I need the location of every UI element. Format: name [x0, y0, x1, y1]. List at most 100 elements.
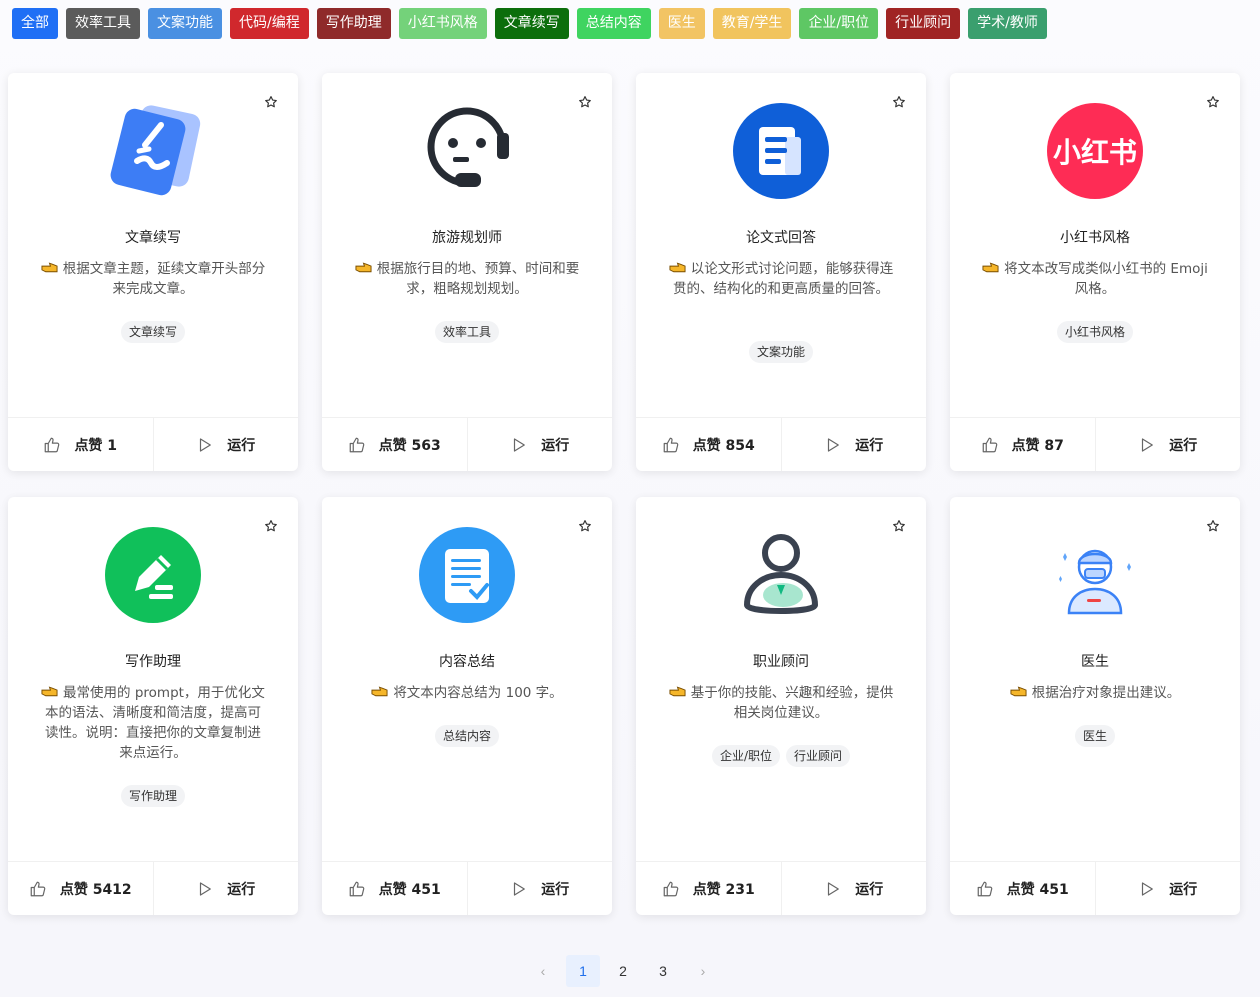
card-description: 将文本改写成类似小红书的 Emoji 风格。 [982, 259, 1208, 299]
thumbs-up-icon [349, 437, 365, 452]
like-button[interactable]: 点赞 1 [8, 418, 154, 471]
tag-code-programming[interactable]: 代码/编程 [230, 8, 309, 39]
next-page-button[interactable]: › [686, 955, 720, 987]
play-icon [200, 881, 212, 896]
pointing-hand-icon [41, 686, 58, 697]
like-count: 点赞 451 [378, 881, 441, 898]
tag-doctor[interactable]: 医生 [658, 8, 705, 39]
tag-enterprise-position[interactable]: 企业/职位 [799, 8, 879, 39]
run-button[interactable]: 运行 [1096, 418, 1241, 471]
star-icon[interactable] [1206, 95, 1220, 109]
card-tags: 企业/职位 行业顾问 [636, 745, 926, 767]
like-button[interactable]: 点赞 87 [950, 418, 1096, 471]
prompt-card[interactable]: 文章续写 根据文章主题，延续文章开头部分来完成文章。 文章续写 点赞 1 运行 [8, 73, 298, 471]
play-icon [514, 437, 526, 452]
like-button[interactable]: 点赞 5412 [8, 862, 154, 915]
card-description: 将文本内容总结为 100 字。 [354, 683, 580, 703]
play-icon [200, 437, 212, 452]
star-icon[interactable] [578, 95, 592, 109]
xiaohongshu-logo-icon: 小红书 [1047, 103, 1143, 199]
card-footer: 点赞 1 运行 [8, 417, 298, 471]
pointing-hand-icon [41, 262, 58, 273]
page-2-button[interactable]: 2 [606, 955, 640, 987]
card-tag-chip: 效率工具 [434, 321, 499, 343]
card-tag-chip: 文案功能 [748, 341, 813, 363]
tag-xiaohongshu-style[interactable]: 小红书风格 [398, 8, 487, 39]
run-button[interactable]: 运行 [154, 862, 299, 915]
person-icon [733, 527, 829, 623]
card-tag-chip: 医生 [1074, 725, 1115, 747]
pointing-hand-icon [1010, 686, 1027, 697]
like-button[interactable]: 点赞 563 [322, 418, 468, 471]
star-icon[interactable] [264, 95, 278, 109]
prompt-card[interactable]: 写作助理 最常使用的 prompt，用于优化文本的语法、清晰度和简洁度，提高可读… [8, 497, 298, 915]
run-button[interactable]: 运行 [468, 418, 613, 471]
card-tags: 文章续写 [8, 321, 298, 343]
prev-page-button[interactable]: ‹ [526, 955, 560, 987]
pointing-hand-icon [371, 686, 388, 697]
card-tags: 写作助理 [8, 785, 298, 807]
play-icon [1142, 437, 1154, 452]
card-title: 论文式回答 [746, 230, 816, 246]
headset-face-icon [419, 103, 515, 199]
tag-efficiency-tools[interactable]: 效率工具 [66, 8, 140, 39]
doctor-icon [1047, 527, 1143, 623]
run-button[interactable]: 运行 [782, 862, 927, 915]
run-button[interactable]: 运行 [782, 418, 927, 471]
document-icon [733, 103, 829, 199]
page-3-button[interactable]: 3 [646, 955, 680, 987]
run-label: 运行 [541, 881, 570, 898]
card-tag-chip: 文章续写 [120, 321, 185, 343]
card-tag-chip: 行业顾问 [786, 745, 851, 767]
star-icon[interactable] [578, 519, 592, 533]
prompt-card[interactable]: 医生 根据治疗对象提出建议。 医生 点赞 451 运行 [950, 497, 1240, 915]
star-icon[interactable] [1206, 519, 1220, 533]
like-count: 点赞 5412 [59, 881, 132, 898]
card-title: 医生 [1081, 654, 1109, 670]
run-button[interactable]: 运行 [468, 862, 613, 915]
run-button[interactable]: 运行 [1096, 862, 1241, 915]
run-button[interactable]: 运行 [154, 418, 299, 471]
card-title: 旅游规划师 [432, 230, 502, 246]
card-tags: 小红书风格 [950, 321, 1240, 343]
svg-text:小红书: 小红书 [1053, 136, 1137, 169]
card-description: 最常使用的 prompt，用于优化文本的语法、清晰度和简洁度，提高可读性。说明：… [40, 683, 266, 763]
like-button[interactable]: 点赞 451 [322, 862, 468, 915]
tag-industry-consultant[interactable]: 行业顾问 [886, 8, 961, 39]
card-description: 根据旅行目的地、预算、时间和要求，粗略规划规划。 [354, 259, 580, 299]
card-description: 根据文章主题，延续文章开头部分来完成文章。 [40, 259, 266, 299]
run-label: 运行 [227, 881, 256, 898]
star-icon[interactable] [892, 519, 906, 533]
tag-all[interactable]: 全部 [12, 8, 58, 39]
category-filter-bar: 全部 效率工具 文案功能 代码/编程 写作助理 小红书风格 文章续写 总结内容 … [12, 8, 1047, 39]
prompt-card[interactable]: 内容总结 将文本内容总结为 100 字。 总结内容 点赞 451 运行 [322, 497, 612, 915]
tag-copywriting[interactable]: 文案功能 [148, 8, 222, 39]
like-button[interactable]: 点赞 854 [636, 418, 782, 471]
pencil-card-icon [105, 103, 201, 199]
tag-education-student[interactable]: 教育/学生 [712, 8, 792, 39]
like-button[interactable]: 点赞 451 [950, 862, 1096, 915]
play-icon [1142, 881, 1154, 896]
card-title: 小红书风格 [1060, 230, 1130, 246]
page-1-button[interactable]: 1 [566, 955, 600, 987]
card-footer: 点赞 87 运行 [950, 417, 1240, 471]
like-count: 点赞 87 [1011, 437, 1064, 454]
tag-article-continuation[interactable]: 文章续写 [494, 8, 569, 39]
tag-academic-teacher[interactable]: 学术/教师 [968, 8, 1047, 39]
card-tags: 总结内容 [322, 725, 612, 747]
like-count: 点赞 854 [692, 437, 755, 454]
thumbs-up-icon [30, 881, 46, 896]
card-tag-chip: 总结内容 [434, 725, 499, 747]
prompt-card[interactable]: 小红书 小红书风格 将文本改写成类似小红书的 Emoji 风格。 小红书风格 点… [950, 73, 1240, 471]
like-button[interactable]: 点赞 231 [636, 862, 782, 915]
star-icon[interactable] [264, 519, 278, 533]
star-icon[interactable] [892, 95, 906, 109]
run-label: 运行 [541, 437, 570, 454]
card-tags: 文案功能 [636, 341, 926, 363]
prompt-card[interactable]: 论文式回答 以论文形式讨论问题，能够获得连贯的、结构化的和更高质量的回答。 文案… [636, 73, 926, 471]
prompt-card[interactable]: 旅游规划师 根据旅行目的地、预算、时间和要求，粗略规划规划。 效率工具 点赞 5… [322, 73, 612, 471]
card-footer: 点赞 854 运行 [636, 417, 926, 471]
tag-summarize[interactable]: 总结内容 [576, 8, 651, 39]
prompt-card[interactable]: 职业顾问 基于你的技能、兴趣和经验，提供相关岗位建议。 企业/职位 行业顾问 点… [636, 497, 926, 915]
tag-writing-assistant[interactable]: 写作助理 [316, 8, 391, 39]
